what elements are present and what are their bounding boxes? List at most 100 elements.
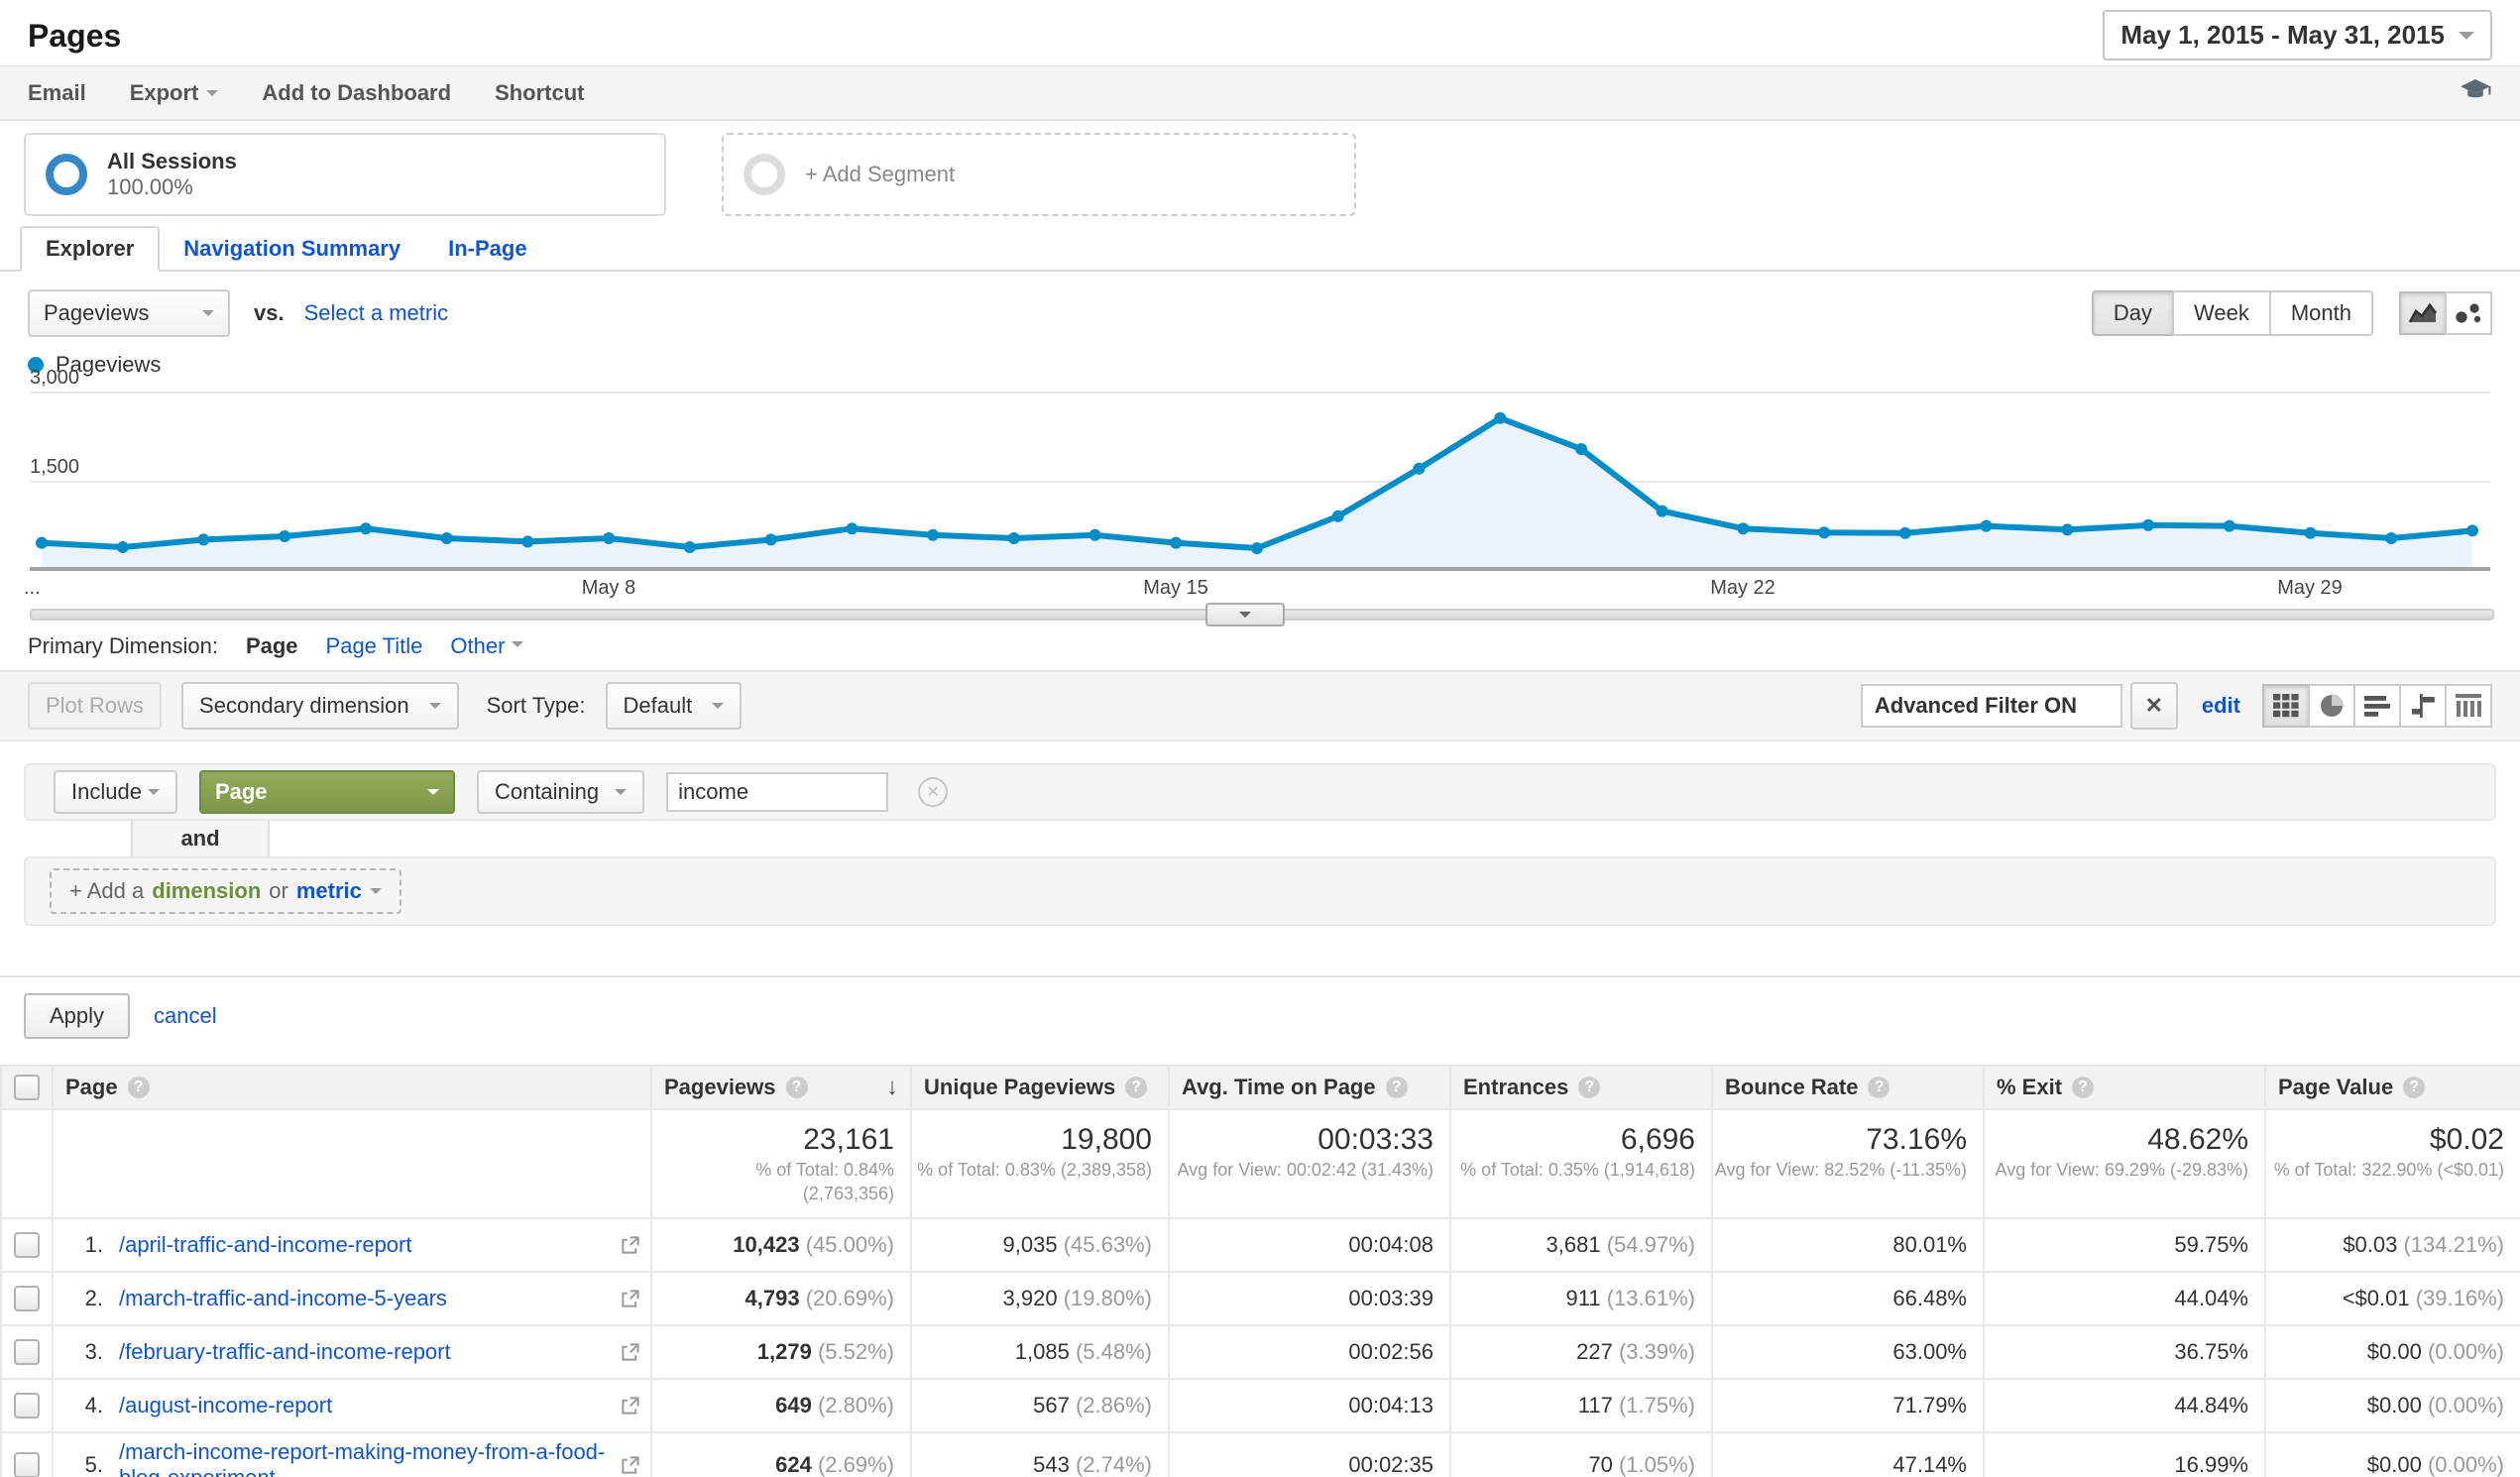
- table-toolbar: Plot Rows Secondary dimension Sort Type:…: [0, 670, 2520, 741]
- chart-plot-area[interactable]: [0, 381, 2520, 585]
- cell-pageviews: 10,423 (45.00%): [651, 1218, 911, 1272]
- percentage-view-icon[interactable]: [2308, 684, 2355, 728]
- plot-rows-button[interactable]: Plot Rows: [28, 682, 162, 730]
- email-button[interactable]: Email: [28, 80, 86, 106]
- include-exclude-dropdown[interactable]: Include: [54, 770, 177, 814]
- row-checkbox[interactable]: [14, 1452, 40, 1477]
- apply-button[interactable]: Apply: [24, 993, 130, 1039]
- granularity-week[interactable]: Week: [2172, 290, 2271, 336]
- remove-filter-button[interactable]: ✕: [2130, 682, 2178, 730]
- granularity-day[interactable]: Day: [2092, 290, 2174, 336]
- chevron-down-icon: [2459, 32, 2474, 48]
- export-button[interactable]: Export: [130, 80, 219, 106]
- tab-explorer[interactable]: Explorer: [20, 226, 160, 272]
- filter-value-input[interactable]: [666, 772, 888, 812]
- add-to-dashboard-button[interactable]: Add to Dashboard: [262, 80, 451, 106]
- cell-page-value: <$0.01 (39.16%): [2265, 1272, 2520, 1325]
- cell-pageviews: 649 (2.80%): [651, 1379, 911, 1432]
- add-segment-button[interactable]: + Add Segment: [722, 133, 1356, 216]
- chevron-down-icon: [206, 90, 218, 102]
- select-all-checkbox[interactable]: [14, 1075, 40, 1100]
- page-link[interactable]: /march-income-report-making-money-from-a…: [119, 1439, 609, 1477]
- segments-bar: All Sessions 100.00% + Add Segment: [0, 121, 2520, 228]
- metric-selector-dropdown[interactable]: Pageviews: [28, 289, 230, 337]
- cell-bounce-rate: 47.14%: [1712, 1432, 1984, 1477]
- x-axis-tick: May 29: [2277, 577, 2343, 600]
- date-range-selector[interactable]: May 1, 2015 - May 31, 2015: [2103, 10, 2492, 60]
- pivot-view-icon[interactable]: [2445, 684, 2492, 728]
- help-icon[interactable]: ?: [786, 1077, 808, 1098]
- cancel-link[interactable]: cancel: [154, 1003, 217, 1029]
- shortcut-button[interactable]: Shortcut: [495, 80, 584, 106]
- dimension-other[interactable]: Other: [450, 633, 522, 659]
- table-row: 3./february-traffic-and-income-report1,2…: [1, 1325, 2520, 1379]
- select-metric-link[interactable]: Select a metric: [304, 300, 449, 326]
- sort-desc-icon[interactable]: ↓: [886, 1077, 898, 1098]
- external-link-icon[interactable]: [609, 1455, 640, 1475]
- cell-entrances: 227 (3.39%): [1450, 1325, 1712, 1379]
- education-icon[interactable]: [2459, 77, 2492, 109]
- column-header-avg_time[interactable]: Avg. Time on Page?: [1169, 1066, 1450, 1109]
- add-dimension-or-metric-button[interactable]: + Add a dimension or metric: [50, 868, 401, 914]
- filter-field-dropdown[interactable]: Page: [199, 770, 455, 814]
- help-icon[interactable]: ?: [1125, 1077, 1147, 1098]
- dimension-page[interactable]: Page: [246, 633, 298, 659]
- help-icon[interactable]: ?: [2403, 1077, 2425, 1098]
- table-header-row: Page?Pageviews?↓Unique Pageviews?Avg. Ti…: [1, 1066, 2520, 1109]
- cell-pct-exit: 59.75%: [1984, 1218, 2265, 1272]
- row-checkbox[interactable]: [14, 1286, 40, 1311]
- help-icon[interactable]: ?: [1868, 1077, 1890, 1098]
- page-link[interactable]: /march-traffic-and-income-5-years: [119, 1286, 447, 1311]
- column-header-bounce_rate[interactable]: Bounce Rate?: [1712, 1066, 1984, 1109]
- tab-in-page[interactable]: In-Page: [424, 228, 550, 270]
- external-link-icon[interactable]: [609, 1235, 640, 1255]
- timeline-scrollbar-handle[interactable]: [1205, 603, 1285, 626]
- cell-pct-exit: 16.99%: [1984, 1432, 2265, 1477]
- external-link-icon[interactable]: [609, 1289, 640, 1308]
- advanced-filter-indicator: Advanced Filter ON: [1861, 684, 2122, 728]
- primary-dimension-label: Primary Dimension:: [28, 633, 218, 659]
- column-header-pageviews[interactable]: Pageviews?↓: [651, 1066, 911, 1109]
- match-type-dropdown[interactable]: Containing: [477, 770, 644, 814]
- comparison-view-icon[interactable]: [2399, 684, 2447, 728]
- help-icon[interactable]: ?: [2072, 1077, 2094, 1098]
- analytics-pages-report: Pages May 1, 2015 - May 31, 2015 Email E…: [0, 0, 2520, 1477]
- external-link-icon[interactable]: [609, 1396, 640, 1416]
- table-view-icon[interactable]: [2262, 684, 2310, 728]
- page-link[interactable]: /august-income-report: [119, 1393, 332, 1419]
- column-header-page_value[interactable]: Page Value?: [2265, 1066, 2520, 1109]
- column-header-page[interactable]: Page?: [53, 1066, 651, 1109]
- row-checkbox[interactable]: [14, 1232, 40, 1258]
- secondary-dimension-dropdown[interactable]: Secondary dimension: [181, 682, 459, 730]
- external-link-icon[interactable]: [609, 1342, 640, 1362]
- clear-rule-icon[interactable]: ✕: [918, 777, 948, 807]
- help-icon[interactable]: ?: [1386, 1077, 1408, 1098]
- sort-type-dropdown[interactable]: Default: [606, 682, 743, 730]
- segment-all-sessions[interactable]: All Sessions 100.00%: [24, 133, 666, 216]
- performance-view-icon[interactable]: [2353, 684, 2401, 728]
- granularity-month[interactable]: Month: [2269, 290, 2373, 336]
- cell-bounce-rate: 71.79%: [1712, 1379, 1984, 1432]
- primary-dimension-row: Primary Dimension: Page Page Title Other: [0, 623, 2520, 670]
- column-header-unique_pageviews[interactable]: Unique Pageviews?: [911, 1066, 1169, 1109]
- column-header-pct_exit[interactable]: % Exit?: [1984, 1066, 2265, 1109]
- row-checkbox[interactable]: [14, 1393, 40, 1419]
- cell-avg-time: 00:04:08: [1169, 1218, 1450, 1272]
- help-icon[interactable]: ?: [128, 1077, 150, 1098]
- cell-avg-time: 00:02:35: [1169, 1432, 1450, 1477]
- cell-pct-exit: 44.84%: [1984, 1379, 2265, 1432]
- row-checkbox[interactable]: [14, 1339, 40, 1365]
- chevron-down-icon: [202, 310, 214, 322]
- motion-chart-icon[interactable]: [2445, 291, 2492, 335]
- chevron-down-icon: [427, 789, 439, 801]
- page-link[interactable]: /february-traffic-and-income-report: [119, 1339, 451, 1365]
- dimension-page-title[interactable]: Page Title: [326, 633, 423, 659]
- line-chart-icon[interactable]: [2399, 291, 2447, 335]
- page-link[interactable]: /april-traffic-and-income-report: [119, 1232, 411, 1258]
- cell-bounce-rate: 66.48%: [1712, 1272, 1984, 1325]
- column-header-entrances[interactable]: Entrances?: [1450, 1066, 1712, 1109]
- tab-navigation-summary[interactable]: Navigation Summary: [160, 228, 424, 270]
- cell-unique-pageviews: 1,085 (5.48%): [911, 1325, 1169, 1379]
- help-icon[interactable]: ?: [1578, 1077, 1600, 1098]
- edit-filter-link[interactable]: edit: [2202, 693, 2240, 719]
